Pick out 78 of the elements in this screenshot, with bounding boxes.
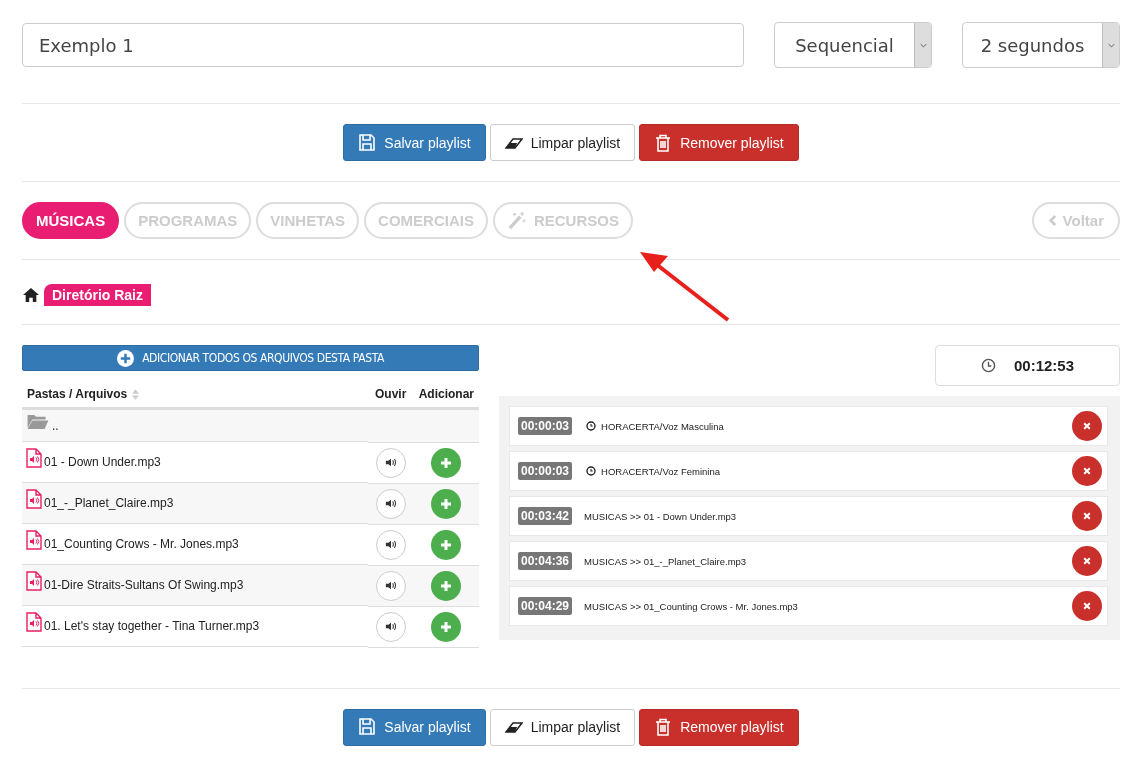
- plus-icon: [440, 538, 453, 551]
- magic-wand-icon: [506, 211, 526, 230]
- track-title: MUSICAS >> 01_Counting Crows - Mr. Jones.mp3: [584, 600, 799, 612]
- add-button[interactable]: [431, 570, 462, 601]
- save-playlist-button[interactable]: Salvar playlist: [343, 708, 486, 746]
- mode-select[interactable]: Sequencial: [774, 22, 932, 68]
- total-duration-box: 00:12:53: [935, 345, 1120, 386]
- plus-icon: [440, 620, 453, 633]
- audio-file-icon: [26, 612, 42, 632]
- save-playlist-button[interactable]: Salvar playlist: [343, 124, 486, 161]
- add-button[interactable]: [431, 529, 462, 560]
- speaker-icon: [384, 581, 397, 590]
- clock-icon: [586, 466, 597, 476]
- audio-file-icon: [26, 489, 42, 509]
- remove-item-button[interactable]: [1072, 591, 1102, 621]
- track-title: MUSICAS >> 01_-_Planet_Claire.mp3: [584, 555, 748, 567]
- track-title: HORACERTA/Voz Masculina: [601, 420, 725, 432]
- close-icon: [1083, 422, 1091, 430]
- add-button[interactable]: [431, 488, 462, 519]
- remove-item-button[interactable]: [1072, 546, 1102, 576]
- breadcrumb-link[interactable]: Diretório Raiz: [44, 284, 151, 306]
- remove-playlist-button[interactable]: Remover playlist: [639, 708, 799, 746]
- close-icon: [1083, 467, 1091, 475]
- remove-playlist-button[interactable]: Remover playlist: [639, 124, 799, 161]
- listen-button[interactable]: [375, 570, 406, 601]
- duration-badge: 00:00:03: [518, 417, 573, 435]
- plus-icon: [440, 456, 453, 469]
- duration-badge: 00:04:29: [518, 597, 573, 615]
- column-header: Pastas / Arquivos: [27, 387, 128, 401]
- audio-file-icon: [26, 530, 42, 550]
- plus-icon: [440, 497, 453, 510]
- chevron-left-icon: [1047, 215, 1057, 226]
- speaker-icon: [384, 458, 397, 467]
- listen-button[interactable]: [375, 447, 406, 478]
- trash-icon: [654, 133, 673, 152]
- close-icon: [1083, 602, 1091, 610]
- sort-icon: [132, 389, 140, 401]
- audio-file-icon: [26, 448, 42, 468]
- file-name: 01_-_Planet_Claire.mp3: [44, 496, 174, 510]
- folder-name: ..: [52, 418, 59, 433]
- listen-button[interactable]: [375, 611, 406, 642]
- duration-badge: 00:00:03: [518, 462, 573, 480]
- file-name: 01_Counting Crows - Mr. Jones.mp3: [44, 537, 239, 551]
- file-name: 01-Dire Straits-Sultans Of Swing.mp3: [44, 578, 244, 592]
- chevron-down-icon: [919, 42, 927, 48]
- plus-circle-icon: [117, 349, 135, 367]
- add-all-files-button[interactable]: ADICIONAR TODOS OS ARQUIVOS DESTA PASTA: [22, 345, 479, 371]
- remove-item-button[interactable]: [1072, 501, 1102, 531]
- home-icon: [22, 287, 40, 303]
- audio-file-icon: [26, 571, 42, 591]
- speaker-icon: [384, 622, 397, 631]
- clear-playlist-button[interactable]: Limpar playlist: [489, 708, 636, 746]
- category-tab[interactable]: MÚSICAS: [22, 202, 120, 239]
- duration-badge: 00:03:42: [518, 507, 573, 525]
- remove-item-button[interactable]: [1072, 411, 1102, 441]
- listen-button[interactable]: [375, 529, 406, 560]
- remove-item-button[interactable]: [1072, 456, 1102, 486]
- add-button[interactable]: [431, 447, 462, 478]
- file-name: 01 - Down Under.mp3: [44, 455, 161, 469]
- track-title: MUSICAS >> 01 - Down Under.mp3: [584, 510, 738, 522]
- speaker-icon: [384, 540, 397, 549]
- close-icon: [1083, 557, 1091, 565]
- clock-icon: [586, 421, 597, 431]
- listen-button[interactable]: [375, 488, 406, 519]
- add-button[interactable]: [431, 611, 462, 642]
- chevron-down-icon: [1107, 42, 1115, 48]
- trash-icon: [654, 718, 673, 736]
- duration-badge: 00:04:36: [518, 552, 573, 570]
- interval-select[interactable]: 2 segundos: [962, 22, 1120, 68]
- plus-icon: [440, 579, 453, 592]
- close-icon: [1083, 512, 1091, 520]
- playlist-name-field[interactable]: Exemplo 1: [22, 23, 744, 67]
- clear-playlist-button[interactable]: Limpar playlist: [489, 124, 636, 161]
- folder-icon: [26, 413, 50, 430]
- file-name: 01. Let's stay together - Tina Turner.mp3: [44, 619, 260, 633]
- track-title: HORACERTA/Voz Feminina: [601, 465, 721, 477]
- speaker-icon: [384, 499, 397, 508]
- clock-icon: [980, 358, 996, 373]
